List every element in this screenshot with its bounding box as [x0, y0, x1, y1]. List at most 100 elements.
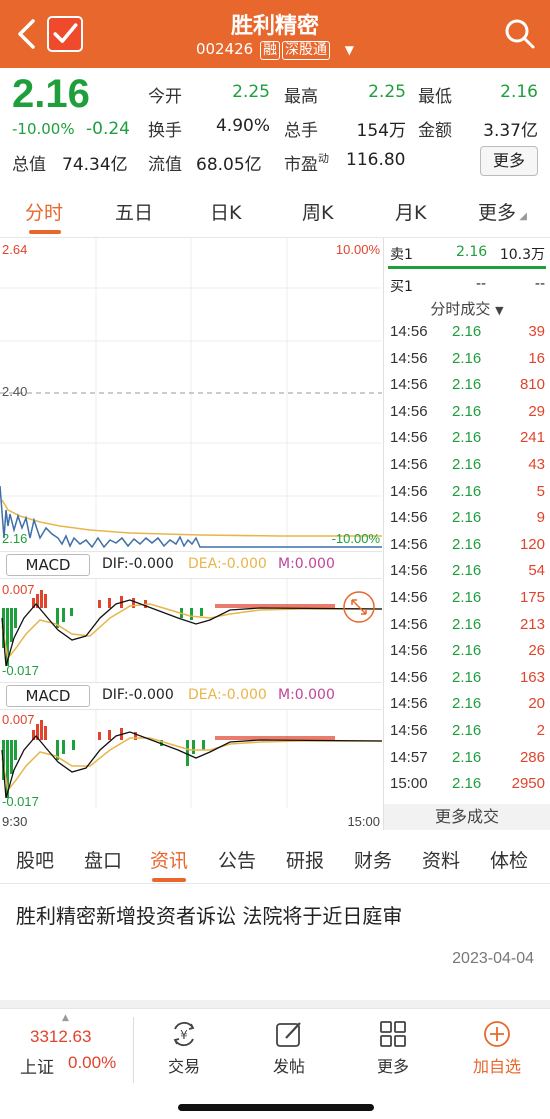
- trade-time: 14:56: [390, 456, 428, 473]
- trade-volume: 39: [528, 323, 545, 340]
- trade-volume: 5: [536, 482, 545, 500]
- tab-orderbook[interactable]: 盘口: [84, 846, 122, 873]
- avg-price-line: [1, 499, 382, 537]
- trade-volume: 213: [519, 615, 545, 633]
- trade-price: 2.16: [452, 323, 482, 340]
- total-cap-value: 74.34亿: [62, 155, 128, 175]
- macd-dif-1: DIF:-0.000: [102, 556, 174, 572]
- trade-row: 14:56 2.16 39: [390, 320, 545, 346]
- index-value[interactable]: 3312.63: [30, 1027, 91, 1047]
- volume-label: 总手: [284, 121, 318, 141]
- macd-dea-2: DEA:-0.000: [188, 687, 267, 703]
- trade-price: 2.16: [452, 695, 482, 713]
- trade-price: 2.16: [452, 668, 482, 686]
- grid-icon: [380, 1021, 406, 1047]
- stock-name: 胜利精密: [230, 14, 319, 39]
- dropdown-icon[interactable]: ▼: [345, 43, 354, 57]
- tab-intraday[interactable]: 分时: [25, 198, 63, 225]
- tab-week-k[interactable]: 周K: [302, 198, 333, 225]
- trade-row: 14:56 2.16 16: [390, 347, 545, 373]
- trade-row: 14:56 2.16 29: [390, 400, 545, 426]
- trade-row: 14:56 2.16 43: [390, 453, 545, 479]
- post-button[interactable]: 发帖: [249, 1017, 329, 1087]
- trade-price: 2.16: [452, 482, 482, 500]
- trade-price: 2.16: [452, 562, 482, 580]
- tab-month-k[interactable]: 月K: [395, 198, 426, 225]
- news-headline[interactable]: 胜利精密新增投资者诉讼 法院将于近日庭审: [16, 900, 402, 929]
- trade-time: 14:56: [390, 323, 428, 340]
- tab-announcements[interactable]: 公告: [218, 846, 256, 873]
- pe-value: 116.80: [346, 150, 406, 170]
- float-cap-value: 68.05亿: [196, 155, 262, 175]
- svg-text:¥: ¥: [180, 1028, 188, 1042]
- sell-volume-bar: [388, 266, 546, 269]
- trade-row: 14:56 2.16 120: [390, 533, 545, 559]
- quote-more-button[interactable]: 更多: [480, 146, 538, 176]
- bottom-toolbar: ▲ 3312.63 上证 0.00% ¥ 交易 发帖 更多 加自选: [0, 1008, 550, 1119]
- tab-financials[interactable]: 财务: [354, 846, 392, 873]
- tab-more[interactable]: 更多 ◢: [478, 198, 527, 225]
- time-end: 15:00: [347, 814, 380, 829]
- open-value: 2.25: [232, 82, 270, 102]
- trade-price: 2.16: [452, 615, 482, 633]
- macd2-bottom-tick: -0.017: [2, 794, 39, 809]
- macd-selector-2[interactable]: MACD: [6, 685, 90, 707]
- index-expand-icon[interactable]: ▲: [62, 1013, 69, 1023]
- search-icon[interactable]: [504, 18, 536, 50]
- trade-time: 14:56: [390, 429, 428, 447]
- tab-day-k[interactable]: 日K: [210, 198, 241, 225]
- trade-volume: 2950: [511, 775, 545, 793]
- tab-checkup[interactable]: 体检: [490, 846, 528, 873]
- trade-time: 14:56: [390, 509, 428, 527]
- trade-price: 2.16: [452, 775, 482, 793]
- trade-price: 2.16: [452, 376, 482, 394]
- index-name: 上证: [20, 1058, 54, 1078]
- info-tab-indicator: [152, 878, 186, 882]
- trade-time: 14:56: [390, 562, 428, 580]
- plus-circle-icon: [484, 1021, 510, 1047]
- more-trades-button[interactable]: 更多成交: [384, 804, 550, 830]
- trade-time: 14:56: [390, 642, 428, 660]
- trade-time: 14:57: [390, 748, 428, 766]
- y-axis-bottom: 2.16: [2, 531, 28, 546]
- more-button[interactable]: 更多: [353, 1017, 433, 1087]
- trade-button[interactable]: ¥ 交易: [144, 1017, 224, 1087]
- stock-code-line[interactable]: 002426 融深股通 ▼: [0, 40, 550, 60]
- add-watchlist-button[interactable]: 加自选: [457, 1017, 537, 1087]
- trade-row: 15:00 2.16 2950: [390, 772, 545, 798]
- tab-research[interactable]: 研报: [286, 846, 324, 873]
- pe-label: 市盈动: [284, 152, 329, 175]
- intraday-chart[interactable]: 2.64 10.00% 2.40 2.16 -10.00% MACD DIF:-…: [0, 238, 382, 830]
- time-start: 9:30: [2, 814, 28, 829]
- tab-five-day[interactable]: 五日: [115, 198, 153, 225]
- trade-volume: 29: [528, 402, 545, 420]
- trade-row: 14:56 2.16 241: [390, 426, 545, 452]
- trade-volume: 286: [519, 748, 545, 766]
- trade-volume: 241: [519, 429, 545, 447]
- macd-selector-1[interactable]: MACD: [6, 554, 90, 576]
- low-value: 2.16: [500, 82, 538, 102]
- trade-volume: 20: [528, 695, 545, 713]
- trade-price: 2.16: [452, 402, 482, 420]
- macd-m-1: M:0.000: [278, 556, 335, 572]
- turnover-label: 换手: [148, 121, 182, 141]
- trade-time: 14:56: [390, 668, 428, 686]
- last-price: 2.16: [12, 72, 90, 116]
- trade-volume: 163: [519, 668, 545, 686]
- buy1-row: 买1 -- --: [390, 276, 545, 295]
- macd-bar-2: MACD DIF:-0.000 DEA:-0.000 M:0.000: [0, 682, 382, 710]
- info-tabs: 股吧 盘口 资讯 公告 研报 财务 资料 体检: [0, 834, 550, 884]
- tab-news[interactable]: 资讯: [150, 846, 188, 873]
- sell1-row: 卖1 2.16 10.3万: [390, 244, 545, 263]
- trade-row: 14:56 2.16 9: [390, 506, 545, 532]
- tab-profile[interactable]: 资料: [422, 846, 460, 873]
- trade-row: 14:56 2.16 5: [390, 480, 545, 506]
- trades-header[interactable]: 分时成交 ▼: [384, 298, 550, 319]
- trades-panel: 卖1 2.16 10.3万 买1 -- -- 分时成交 ▼ 14:56 2.16 3…: [383, 238, 550, 830]
- trade-price: 2.16: [452, 535, 482, 553]
- tab-forum[interactable]: 股吧: [16, 846, 54, 873]
- amount-value: 3.37亿: [483, 121, 538, 141]
- macd1-top-tick: 0.007: [2, 582, 35, 597]
- amount-label: 金额: [418, 121, 452, 141]
- total-cap-label: 总值: [12, 155, 46, 175]
